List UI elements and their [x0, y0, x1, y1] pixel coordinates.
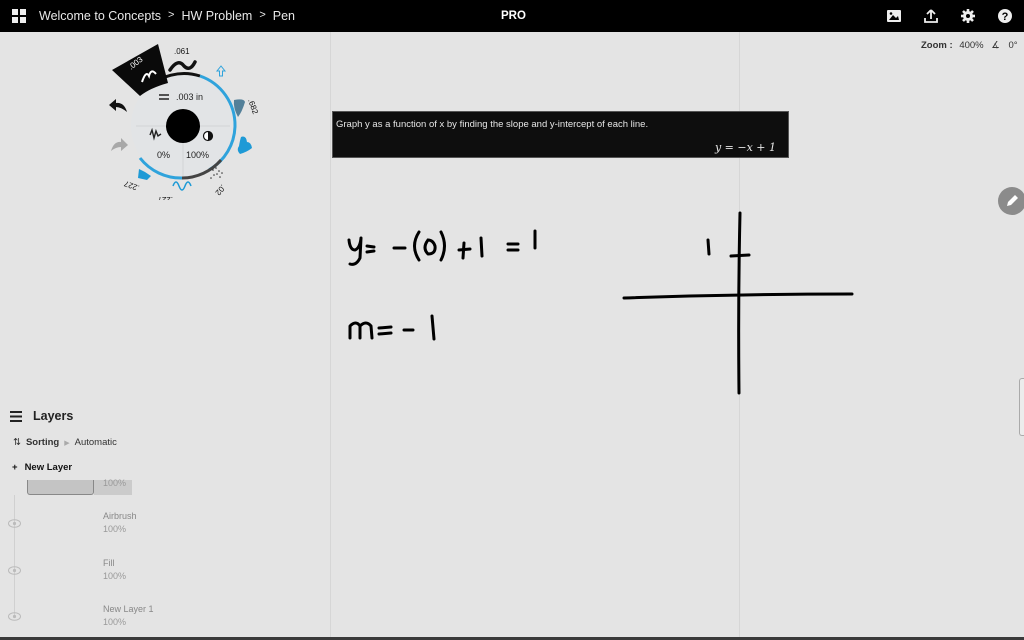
pro-badge[interactable]: PRO [501, 10, 526, 22]
help-icon[interactable]: ? [997, 8, 1013, 24]
handwriting-line-1 [347, 229, 537, 266]
chevron-right-icon: ▶ [64, 439, 70, 447]
smoothing-value: 0% [157, 150, 170, 160]
eraser-size-label: .227 [122, 179, 140, 193]
sorting-label: Sorting [25, 437, 60, 448]
redo-icon[interactable] [111, 138, 128, 151]
size-readout[interactable]: .003 in [176, 92, 203, 102]
selected-layer-opacity: 100% [103, 478, 127, 488]
layer-opacity: 100% [103, 571, 127, 581]
arrow-up-icon[interactable] [215, 65, 227, 77]
wave-size-label: .227 [157, 195, 173, 200]
layer-item[interactable]: Fill 100% [0, 558, 200, 598]
gallery-grid-icon[interactable] [12, 9, 26, 23]
layer-item[interactable]: Airbrush 100% [0, 511, 200, 551]
wave-brush-icon[interactable] [172, 181, 192, 191]
canvas-guide-line [330, 32, 331, 640]
new-layer-label: New Layer [24, 462, 73, 473]
breadcrumb-home[interactable]: Welcome to Concepts [39, 9, 161, 23]
eraser-icon[interactable] [138, 169, 151, 180]
breadcrumb: Welcome to Concepts > HW Problem > Pen [39, 9, 295, 23]
problem-prompt: Graph y as a function of x by finding th… [332, 111, 789, 158]
visibility-eye-icon[interactable] [8, 519, 21, 528]
visibility-eye-icon[interactable] [8, 566, 21, 575]
sorting-value: Automatic [74, 437, 117, 448]
layer-opacity: 100% [103, 524, 127, 534]
prompt-text: Graph y as a function of x by finding th… [336, 119, 649, 130]
tool-wheel[interactable]: .003 .061 .682 .02 .227 .227 .003 in 0% … [100, 40, 270, 200]
new-layer-button[interactable]: + New Layer [12, 462, 72, 473]
plus-icon: + [12, 462, 18, 473]
top-bar: Welcome to Concepts > HW Problem > Pen P… [0, 0, 1024, 32]
visibility-eye-icon[interactable] [8, 612, 21, 621]
zoom-value: 400% [959, 40, 984, 51]
brush-size-label: .061 [174, 47, 190, 56]
pencil-icon [1007, 195, 1018, 206]
airbrush-size-label: .682 [246, 98, 260, 116]
airbrush-icon[interactable] [233, 99, 245, 117]
hand-drawn-axes [622, 211, 854, 395]
pencil-size-label: .02 [213, 183, 227, 198]
layers-title: Layers [33, 409, 74, 423]
rotation-value: 0° [1008, 40, 1018, 51]
sort-icon: ⇅ [13, 437, 21, 448]
layer-item[interactable]: New Layer 1 100% [0, 604, 200, 640]
color-puck[interactable] [166, 109, 200, 143]
layer-opacity: 100% [103, 617, 127, 627]
breadcrumb-separator: > [259, 9, 266, 21]
share-icon[interactable] [923, 8, 939, 24]
breadcrumb-tool[interactable]: Pen [273, 9, 295, 23]
angle-icon: ∡ [991, 40, 1000, 51]
handwriting-line-2 [348, 314, 436, 341]
zoom-readout: Zoom : 400% ∡ 0° [921, 40, 1018, 51]
settings-gear-icon[interactable] [960, 8, 976, 24]
marker-icon[interactable] [237, 136, 252, 154]
edit-pencil-button[interactable] [998, 187, 1024, 215]
breadcrumb-separator: > [168, 9, 175, 21]
sorting-control[interactable]: ⇅ Sorting ▶ Automatic [13, 437, 117, 448]
side-panel-handle[interactable] [1019, 378, 1024, 436]
selected-layer-thumbnail[interactable] [27, 480, 94, 495]
breadcrumb-drawing[interactable]: HW Problem [181, 9, 252, 23]
image-icon[interactable] [886, 8, 902, 24]
brush-stroke-icon[interactable] [168, 60, 197, 72]
layer-name: Airbrush [103, 511, 137, 521]
opacity-value: 100% [186, 150, 209, 160]
layer-name: New Layer 1 [103, 604, 154, 614]
zoom-label: Zoom : [921, 40, 953, 51]
undo-icon[interactable] [109, 99, 127, 112]
layers-stack-icon[interactable] [10, 411, 22, 422]
prompt-equation: y = −x + 1 [714, 141, 776, 154]
layer-name: Fill [103, 558, 115, 568]
svg-text:?: ? [1002, 11, 1009, 23]
